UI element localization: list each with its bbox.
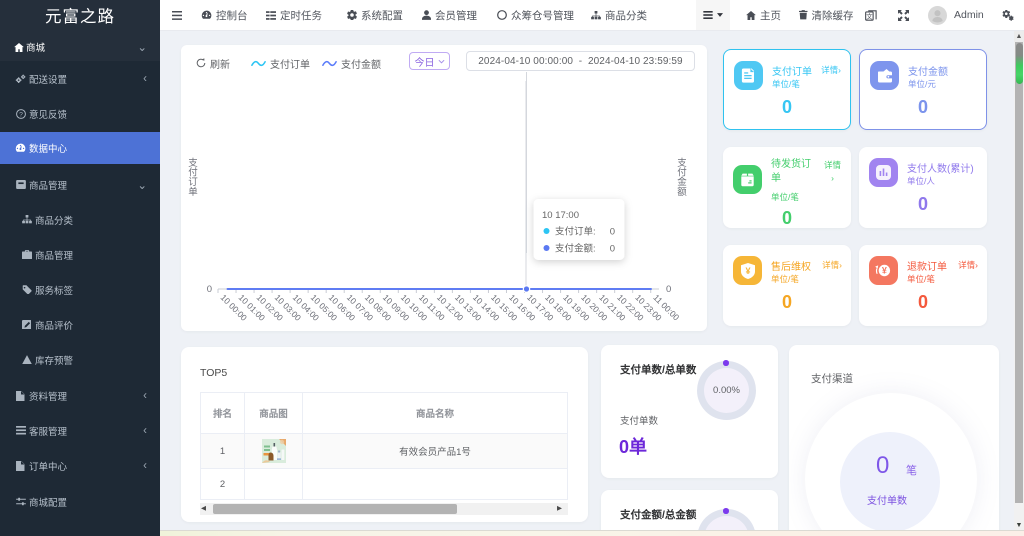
svg-text:支付订单: 支付订单 (188, 157, 198, 198)
svg-text:支付金额: 支付金额 (677, 157, 687, 198)
svg-text:?: ? (19, 111, 23, 118)
svg-text:10 17:00: 10 17:00 (542, 210, 579, 221)
svg-text:0: 0 (207, 284, 212, 295)
svg-text:文: 文 (866, 11, 873, 20)
svg-text:0: 0 (610, 244, 615, 255)
svg-text:支付金额:: 支付金额: (555, 243, 596, 255)
svg-text:支付订单:: 支付订单: (555, 226, 596, 238)
svg-text:0: 0 (666, 284, 671, 295)
svg-text:¥: ¥ (745, 266, 750, 276)
svg-text:¥: ¥ (882, 265, 887, 275)
svg-text:0: 0 (610, 227, 615, 238)
